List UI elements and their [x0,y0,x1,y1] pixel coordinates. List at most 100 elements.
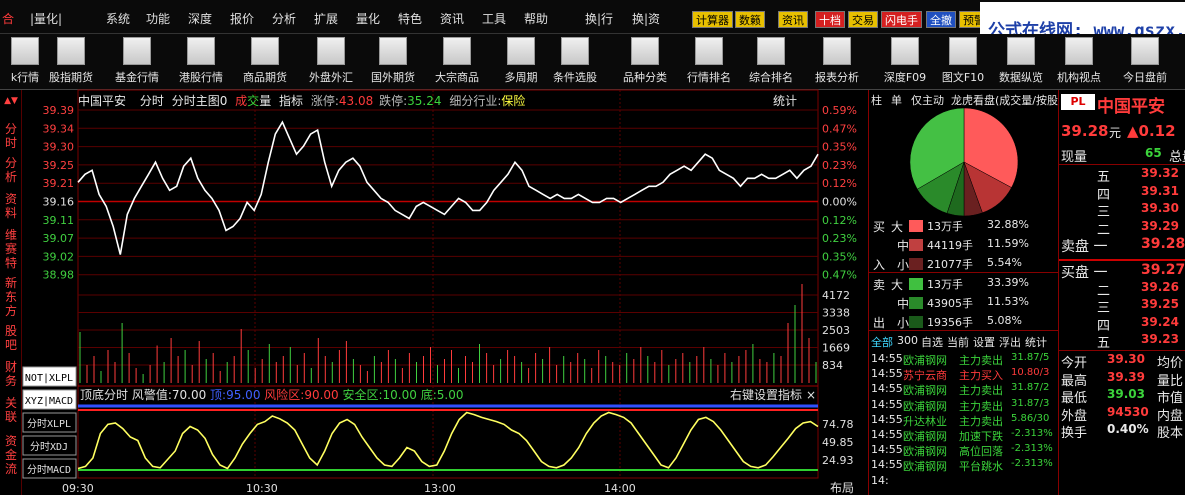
tick-filter-tab-2[interactable]: 自选 [921,334,943,350]
tick-stock-name[interactable]: 欧浦钢网 [903,352,947,368]
flow-color-swatch [909,316,923,328]
flow-volume: 13万手 [927,278,963,291]
time-axis-label: 10:30 [246,482,278,495]
quote-price-unit: 元 [1109,126,1122,140]
bid-price[interactable]: 39.24 [1141,315,1179,329]
pct-axis-label: 0.35% [822,250,857,263]
quote-change: ▲0.12 [1127,122,1176,140]
pct-axis-label: 0.12% [822,177,857,190]
bid-level-label: 三 [1097,301,1111,317]
indicator-button-label: NOT|XLPL [25,373,73,384]
flow-color-swatch [909,239,923,251]
indicator-header-part-0: 顶底分时 [80,387,128,402]
bid-level-label: 五 [1097,336,1111,352]
tick-stock-name[interactable]: 欧浦钢网 [903,382,947,398]
flow-size-label: 中 [897,239,910,253]
tick-stock-name[interactable]: 欧浦钢网 [903,428,947,444]
tick-time: 14: [871,473,889,487]
ask-price[interactable]: 39.32 [1141,166,1179,180]
main-chart-label[interactable]: 分时主图0 [172,94,228,108]
ask-price[interactable]: 39.28 [1141,236,1185,252]
tick-stock-name[interactable]: 欧浦钢网 [903,398,947,414]
tick-time: 14:55 [871,412,903,426]
order-pie-chart [909,107,1019,217]
book-divider [1059,350,1185,351]
intraday-chart[interactable]: 39.39 0.59%39.34 0.47%39.30 0.35%39.25 0.23%… [0,0,868,495]
ask-price[interactable]: 39.29 [1141,219,1179,233]
toolbar-tool-15[interactable]: 图文F10 [932,34,994,90]
flow-color-swatch [909,297,923,309]
cheng-label: 成 [235,94,248,108]
tick-event: 主力买入 [959,369,1003,383]
mode-label[interactable]: 分时 [140,94,164,108]
pct-axis-label: 0.00% [822,196,857,209]
quick-button-5[interactable]: 闪电手 [881,11,922,28]
price-axis-label: 38.98 [43,269,75,282]
tick-filter-tab-5[interactable]: 浮出 [999,334,1021,350]
limit-up-label: 涨停: [310,94,339,108]
bid-price[interactable]: 39.26 [1141,280,1179,294]
stats-button[interactable]: 统计 [773,92,797,109]
stock-name-label: 中国平安 [78,94,127,108]
indicator-header-part-10: 5.00 [437,388,464,402]
ask-price[interactable]: 39.30 [1141,201,1179,215]
tick-time: 14:55 [871,458,903,472]
ask-level-label: 三 [1097,205,1111,221]
toolbar-tool-label: 今日盘前 [1123,71,1167,84]
tick-value: 5.86/30 [1011,412,1050,424]
indicator-header-part-5: 风险区: [264,387,304,402]
ask-price[interactable]: 39.31 [1141,184,1179,198]
indicator-close-icon[interactable]: × [806,388,816,402]
tick-time: 14:55 [871,443,903,457]
quote-stat-label: 最高 [1061,373,1088,389]
flow-side-label: 入 [873,258,886,272]
indicator-settings-label[interactable]: 右键设置指标 [730,387,802,402]
volume-axis-label: 3338 [822,307,850,320]
toolbar-tool-16[interactable]: 数据纵览 [990,34,1052,90]
flow-color-swatch [909,278,923,290]
tick-stock-name[interactable]: 欧浦钢网 [903,458,947,474]
flow-color-swatch [909,258,923,270]
tick-event: 加速下跌 [959,430,1003,443]
bid-price[interactable]: 39.25 [1141,297,1179,311]
price-axis-label: 39.11 [43,214,75,227]
tick-event: 高位回落 [959,445,1003,459]
tick-event: 主力卖出 [959,399,1003,413]
tick-stock-name[interactable]: 升达林业 [903,413,947,429]
tick-filter-tab-3[interactable]: 当前 [947,334,969,350]
tick-stock-name[interactable]: 欧浦钢网 [903,443,947,459]
quote-stat-label: 外盘 [1061,408,1088,424]
tick-filter-tab-6[interactable]: 统计 [1025,334,1047,350]
tick-event: 主力卖出 [959,414,1003,428]
flow-size-label: 小 [897,316,910,330]
bid-price[interactable]: 39.23 [1141,332,1179,346]
ask-level-label: 卖盘 一 [1061,239,1108,256]
pct-axis-label: 0.23% [822,159,857,172]
tick-event: 主力卖出 [959,354,1003,367]
layout-button[interactable]: 布局 [830,481,854,495]
toolbar-tool-icon [891,37,919,65]
volume-axis-label: 1669 [822,342,850,355]
flow-pct: 32.88% [987,218,1029,231]
tick-filter-tab-4[interactable]: 设置 [973,334,995,350]
tick-event: 主力卖出 [959,384,1003,398]
pct-axis-label: 0.35% [822,141,857,154]
price-axis-label: 39.16 [43,196,75,209]
tick-stock-name[interactable]: 苏宁云商 [903,367,947,383]
toolbar-tool-14[interactable]: 深度F09 [874,34,936,90]
toolbar-tool-18[interactable]: 今日盘前 [1114,34,1176,90]
price-axis-label: 39.30 [43,141,75,154]
toolbar-tool-17[interactable]: 机构视点 [1048,34,1110,90]
chart-frame [77,89,819,479]
flow-divider [869,272,1059,273]
stock-logo: PL [1061,94,1095,110]
flow-volume: 44119手 [927,239,973,252]
bid-price[interactable]: 39.27 [1141,262,1185,278]
tick-filter-tab-1[interactable]: 300 [897,334,918,347]
tick-time: 14:55 [871,428,903,441]
time-axis-label: 13:00 [424,482,456,495]
quick-button-6[interactable]: 全撤 [926,11,956,28]
indicator-label[interactable]: 指标 [279,94,303,108]
flow-side-label: 买 [873,220,886,234]
tick-filter-tab-0[interactable]: 全部 [871,334,893,350]
